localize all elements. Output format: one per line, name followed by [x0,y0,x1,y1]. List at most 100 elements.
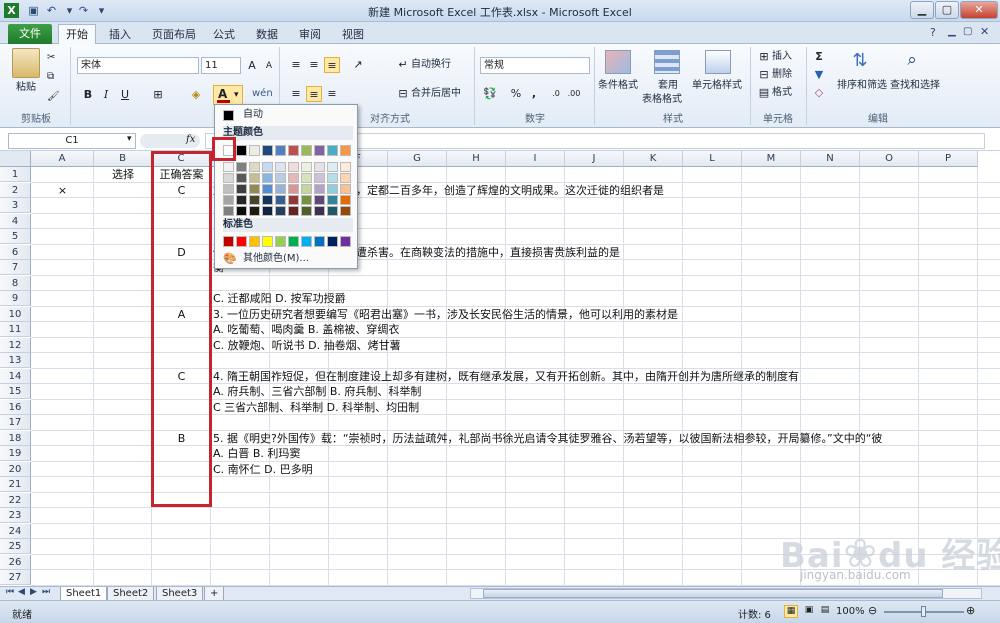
row-header-5[interactable]: 5 [0,229,31,244]
align-left-icon[interactable]: ≡ [288,86,304,102]
percent-button[interactable]: % [508,86,524,102]
worksheet-grid[interactable]: ABCDEFGHIJKLMNOP 12345678910111213141516… [0,151,1000,586]
cell-a2[interactable]: × [31,183,94,198]
shade-color-swatch[interactable] [314,173,325,183]
row-header-10[interactable]: 10 [0,306,31,322]
shade-color-swatch[interactable] [314,184,325,194]
auto-color-option[interactable]: 自动 [243,108,263,122]
merge-center-button[interactable]: 合并后居中 [411,87,461,101]
cell-d16[interactable]: C 三省六部制、科举制 D. 科举制、均田制 [213,400,993,415]
shade-color-swatch[interactable] [340,206,351,216]
shade-color-swatch[interactable] [314,195,325,205]
shade-color-swatch[interactable] [327,195,338,205]
row-header-14[interactable]: 14 [0,368,31,384]
tab-insert[interactable]: 插入 [100,25,140,44]
insert-cells-button[interactable]: 插入 [772,50,792,64]
tab-formulas[interactable]: 公式 [204,25,244,44]
column-header-l[interactable]: L [683,151,742,167]
scrollbar-thumb[interactable] [483,589,943,598]
column-header-j[interactable]: J [565,151,624,167]
close-button[interactable]: ✕ [960,1,998,19]
align-middle-icon[interactable]: ≡ [306,57,322,73]
row-header-6[interactable]: 6 [0,244,31,260]
standard-color-swatch[interactable] [275,236,286,247]
find-select-button[interactable]: 查找和选择 [890,79,940,93]
column-header-m[interactable]: M [742,151,801,167]
row-header-27[interactable]: 27 [0,570,31,585]
restore-button[interactable]: ▢ [935,1,959,19]
zoom-in-icon[interactable]: ⊕ [966,604,975,617]
sheet-tab-3[interactable]: Sheet3 [156,587,204,601]
tab-page-layout[interactable]: 页面布局 [143,25,205,44]
row-header-24[interactable]: 24 [0,523,31,539]
format-as-table-label-2[interactable]: 表格格式 [642,93,682,107]
horizontal-scrollbar[interactable] [470,588,982,599]
row-header-21[interactable]: 21 [0,477,31,492]
shade-color-swatch[interactable] [262,184,273,194]
copy-icon[interactable]: ⧉ [47,70,54,84]
theme-color-swatch[interactable] [327,145,338,156]
shade-color-swatch[interactable] [288,206,299,216]
shade-color-swatch[interactable] [262,206,273,216]
format-painter-icon[interactable]: 🖌 [47,90,60,104]
autosum-button[interactable]: Σ [811,49,827,65]
shade-color-swatch[interactable] [236,162,247,172]
align-center-icon[interactable]: ≡ [306,86,322,102]
minimize-button[interactable]: ▁ [910,1,934,19]
increase-decimal-icon[interactable]: .0 [548,86,564,102]
more-colors-option[interactable]: 其他颜色(M)... [243,252,309,266]
theme-color-swatch[interactable] [340,145,351,156]
column-header-k[interactable]: K [624,151,683,167]
standard-color-swatch[interactable] [327,236,338,247]
shade-color-swatch[interactable] [340,195,351,205]
name-box-chevron-icon[interactable]: ▾ [127,134,132,144]
conditional-format-button[interactable]: 条件格式 [598,79,638,93]
merge-center-icon[interactable]: ⊟ [395,86,411,102]
column-header-i[interactable]: I [506,151,565,167]
cell-d14[interactable]: 4. 隋王朝国祚短促，但在制度建设上却多有建树，既有继承发展，又有开拓创新。其中… [213,369,993,384]
shade-color-swatch[interactable] [301,173,312,183]
tab-view[interactable]: 视图 [333,25,373,44]
name-box[interactable]: C1 [8,133,136,149]
row-header-23[interactable]: 23 [0,508,31,523]
shade-color-swatch[interactable] [249,195,260,205]
shade-color-swatch[interactable] [223,184,234,194]
paste-icon[interactable] [12,48,40,78]
shade-color-swatch[interactable] [301,184,312,194]
standard-color-swatch[interactable] [249,236,260,247]
column-header-p[interactable]: P [919,151,978,167]
theme-color-swatch[interactable] [249,145,260,156]
shade-color-swatch[interactable] [288,195,299,205]
insert-function-button[interactable]: fx [186,134,195,145]
column-header-o[interactable]: O [860,151,919,167]
shade-color-swatch[interactable] [275,173,286,183]
shade-color-swatch[interactable] [249,162,260,172]
font-name-combo[interactable]: 宋体 [77,57,199,74]
sheet-nav-next-icon[interactable]: ▶ [30,587,37,597]
align-bottom-icon[interactable]: ≡ [324,57,340,73]
currency-icon[interactable]: 💱 [482,86,498,102]
row-header-13[interactable]: 13 [0,353,31,368]
shade-color-swatch[interactable] [340,173,351,183]
shade-color-swatch[interactable] [223,162,234,172]
format-as-table-label-1[interactable]: 套用 [658,79,678,93]
underline-button[interactable]: U [117,87,133,103]
theme-color-swatch[interactable] [262,145,273,156]
theme-color-swatch[interactable] [301,145,312,156]
page-layout-view-icon[interactable]: ▣ [802,605,816,618]
standard-color-swatch[interactable] [314,236,325,247]
cell-d9[interactable]: C. 迁都咸阳 D. 按军功授爵 [213,291,993,306]
italic-button[interactable]: I [98,87,114,103]
column-header-b[interactable]: B [94,151,152,167]
shade-color-swatch[interactable] [301,195,312,205]
shade-color-swatch[interactable] [327,184,338,194]
row-header-25[interactable]: 25 [0,539,31,554]
shade-color-swatch[interactable] [249,184,260,194]
shade-color-swatch[interactable] [236,184,247,194]
select-all-corner[interactable] [0,151,31,167]
row-header-26[interactable]: 26 [0,554,31,570]
row-header-8[interactable]: 8 [0,275,31,291]
page-break-view-icon[interactable]: ▤ [818,605,832,618]
delete-cells-icon[interactable]: ⊟ [756,67,772,83]
shade-color-swatch[interactable] [236,195,247,205]
